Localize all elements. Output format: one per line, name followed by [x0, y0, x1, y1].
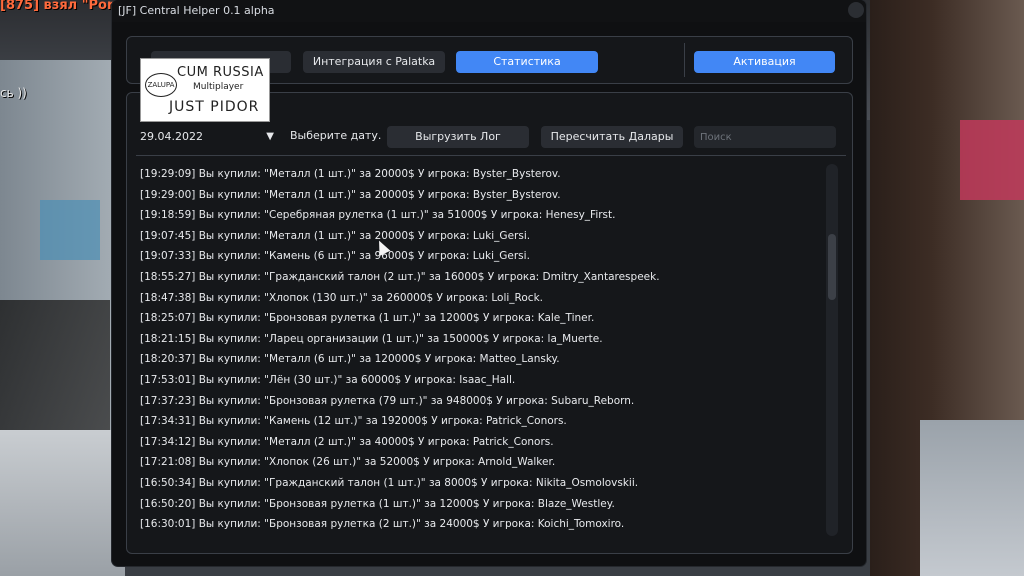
- log-row: [19:18:59] Вы купили: "Серебряная рулетк…: [140, 209, 616, 222]
- tab-statistics[interactable]: Статистика: [456, 51, 598, 73]
- date-label: Выберите дату.: [290, 129, 382, 142]
- date-value: 29.04.2022: [140, 130, 203, 143]
- dropdown-arrow-icon: ▼: [266, 131, 274, 142]
- log-row: [17:21:08] Вы купили: "Хлопок (26 шт.)" …: [140, 456, 556, 469]
- log-row: [19:29:09] Вы купили: "Металл (1 шт.)" з…: [140, 168, 561, 180]
- search-input[interactable]: [694, 126, 836, 148]
- activation-button[interactable]: Активация: [694, 51, 835, 73]
- logo-line-1: CUM RUSSIA: [177, 65, 264, 80]
- scrollbar-thumb[interactable]: [828, 234, 836, 300]
- log-row: [17:34:31] Вы купили: "Камень (12 шт.)" …: [140, 415, 567, 428]
- log-row: [17:53:01] Вы купили: "Лён (30 шт.)" за …: [140, 374, 516, 386]
- game-chat-line: [875] взял "Pors: [0, 0, 122, 13]
- logo-line-3: JUST PIDOR: [169, 99, 260, 115]
- logo-line-2: Multiplayer: [193, 82, 244, 92]
- overlay-logo: ZALUPA CUM RUSSIA Multiplayer JUST PIDOR: [140, 58, 270, 122]
- log-row: [19:29:00] Вы купили: "Металл (1 шт.)" з…: [140, 188, 561, 201]
- purchase-log: [19:29:09] Вы купили: "Металл (1 шт.)" з…: [136, 164, 826, 540]
- export-log-button[interactable]: Выгрузить Лог: [387, 126, 529, 148]
- title-bar[interactable]: [JF] Central Helper 0.1 alpha: [112, 0, 866, 22]
- log-row: [18:20:37] Вы купили: "Металл (6 шт.)" з…: [140, 353, 560, 366]
- close-button[interactable]: [848, 2, 864, 18]
- logo-circle: ZALUPA: [145, 73, 177, 97]
- log-row: [18:47:38] Вы купили: "Хлопок (130 шт.)"…: [140, 291, 543, 304]
- game-chat-line-2: сь )): [0, 86, 27, 100]
- log-row: [16:50:34] Вы купили: "Гражданский талон…: [140, 477, 639, 489]
- log-row: [18:55:27] Вы купили: "Гражданский талон…: [140, 271, 660, 283]
- log-row: [16:50:20] Вы купили: "Бронзовая рулетка…: [140, 497, 615, 510]
- log-row: [16:30:01] Вы купили: "Бронзовая рулетка…: [140, 518, 625, 531]
- tab-divider: [684, 43, 685, 77]
- bg-sign: [40, 200, 100, 260]
- controls-divider: [136, 155, 846, 156]
- tab-palatka-integration[interactable]: Интеграция с Palatka: [303, 51, 445, 73]
- log-row: [17:37:23] Вы купили: "Бронзовая рулетка…: [140, 394, 635, 407]
- window-title: [JF] Central Helper 0.1 alpha: [118, 4, 275, 17]
- log-row: [18:25:07] Вы купили: "Бронзовая рулетка…: [140, 312, 595, 325]
- log-scrollbar[interactable]: [826, 164, 838, 536]
- log-row: [19:07:33] Вы купили: "Камень (6 шт.)" з…: [140, 250, 530, 263]
- log-row: [17:34:12] Вы купили: "Металл (2 шт.)" з…: [140, 435, 554, 448]
- bg-floor-right: [920, 420, 1024, 576]
- log-row: [19:07:45] Вы купили: "Металл (1 шт.)" з…: [140, 229, 531, 242]
- recalculate-dollars-button[interactable]: Пересчитать Далары: [541, 126, 683, 148]
- date-select[interactable]: 29.04.2022 ▼: [140, 128, 278, 146]
- log-row: [18:21:15] Вы купили: "Ларец организации…: [140, 332, 603, 345]
- bg-floor-left: [0, 430, 125, 576]
- bg-shop-sign: [960, 120, 1024, 200]
